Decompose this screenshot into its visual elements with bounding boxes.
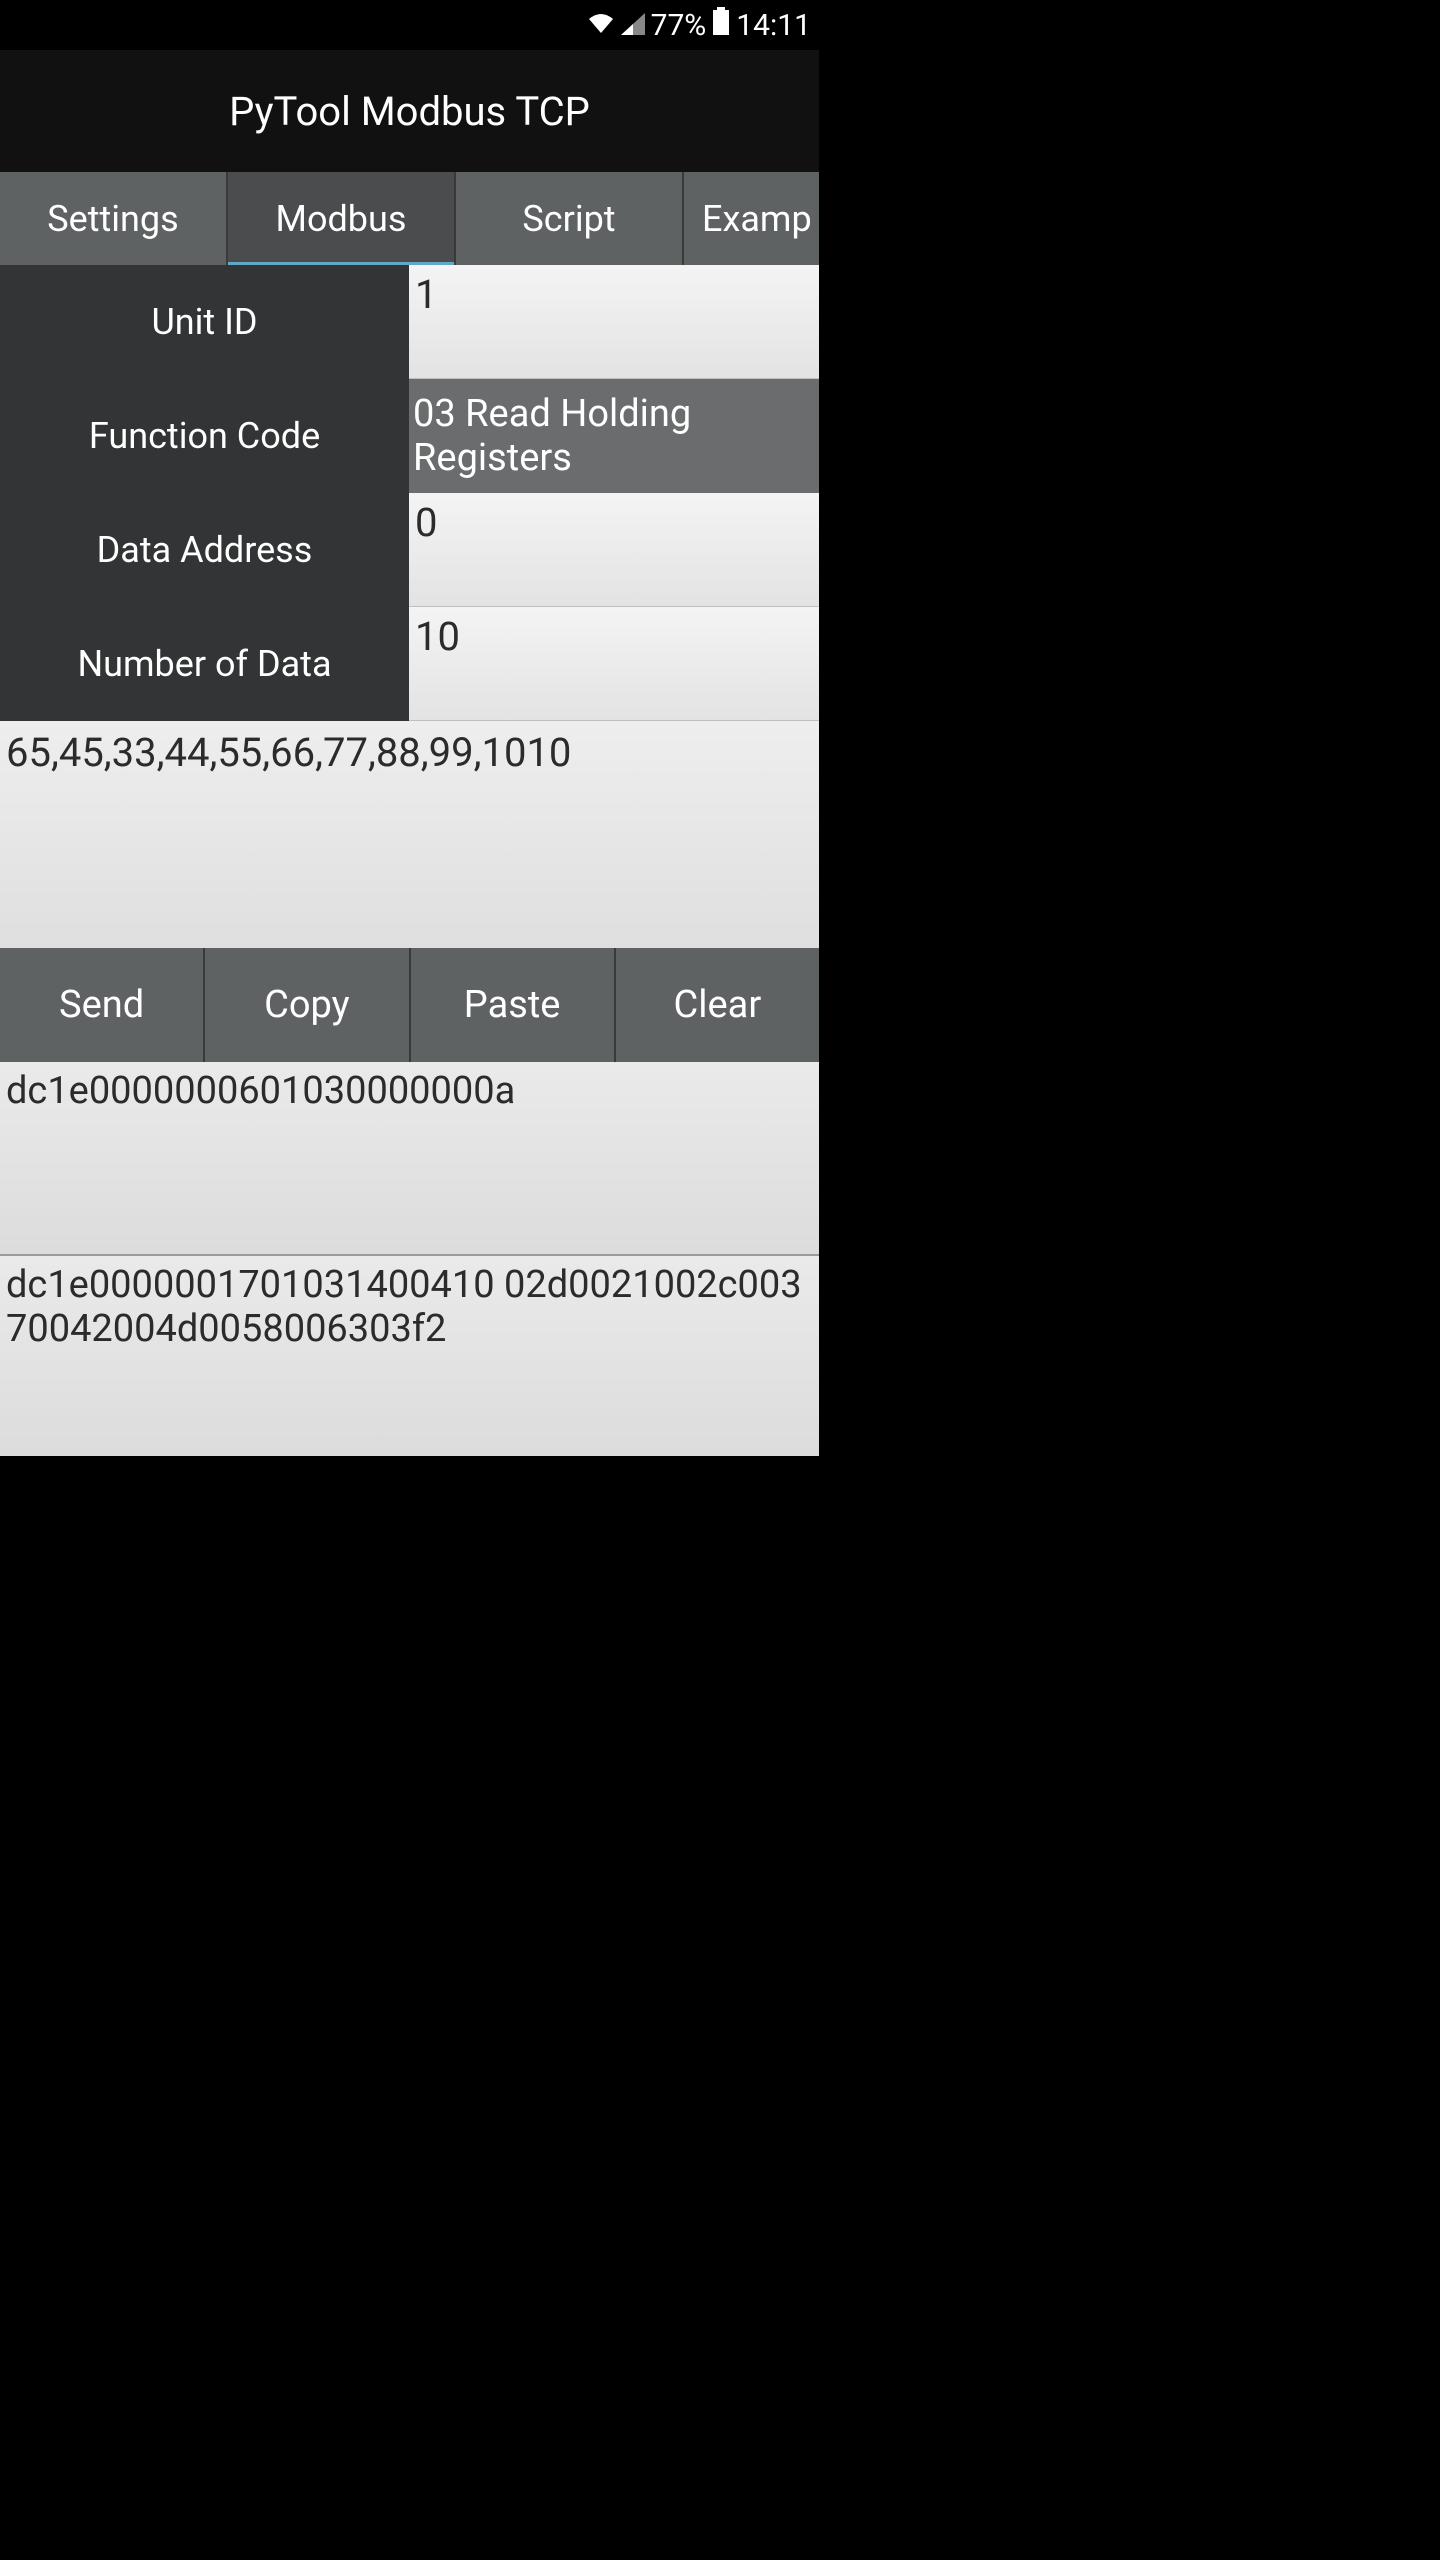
paste-button[interactable]: Paste	[411, 948, 616, 1062]
tab-label: Settings	[47, 198, 178, 240]
label-unit-id: Unit ID	[0, 265, 409, 379]
clear-button[interactable]: Clear	[616, 948, 819, 1062]
send-label: Send	[59, 983, 144, 1027]
battery-icon	[712, 7, 730, 43]
tab-modbus[interactable]: Modbus	[228, 172, 456, 265]
function-code-select[interactable]: 03 Read Holding Registers	[409, 379, 819, 493]
input-cell-number-of-data[interactable]	[409, 607, 819, 721]
label-data-address: Data Address	[0, 493, 409, 607]
send-button[interactable]: Send	[0, 948, 205, 1062]
row-function-code: Function Code 03 Read Holding Registers	[0, 379, 819, 493]
tab-bar: Settings Modbus Script Examp	[0, 172, 819, 265]
data-values-area[interactable]: 65,45,33,44,55,66,77,88,99,1010	[0, 721, 819, 948]
clock-time: 14:11	[736, 8, 811, 43]
data-address-input[interactable]	[415, 499, 813, 546]
battery-percent: 77%	[651, 8, 707, 43]
input-cell-data-address[interactable]	[409, 493, 819, 607]
request-hex-text: dc1e0000000601030000000a	[6, 1069, 515, 1113]
row-data-address: Data Address	[0, 493, 819, 607]
action-row: Send Copy Paste Clear	[0, 948, 819, 1062]
status-icons: 77% 14:11	[587, 7, 811, 43]
tab-label: Script	[522, 198, 615, 240]
row-unit-id: Unit ID	[0, 265, 819, 379]
copy-label: Copy	[264, 983, 350, 1027]
paste-label: Paste	[464, 983, 561, 1027]
label-function-code: Function Code	[0, 379, 409, 493]
status-bar: 77% 14:11	[0, 0, 819, 50]
number-of-data-input[interactable]	[415, 613, 813, 660]
row-number-of-data: Number of Data	[0, 607, 819, 721]
tab-script[interactable]: Script	[456, 172, 684, 265]
response-hex-area[interactable]: dc1e0000001701031400410 02d0021002c00370…	[0, 1256, 819, 1456]
tab-label: Modbus	[276, 198, 407, 240]
request-hex-area[interactable]: dc1e0000000601030000000a	[0, 1062, 819, 1256]
copy-button[interactable]: Copy	[205, 948, 410, 1062]
modbus-form: Unit ID Function Code 03 Read Holding Re…	[0, 265, 819, 721]
data-values-text: 65,45,33,44,55,66,77,88,99,1010	[6, 729, 571, 776]
response-hex-text: dc1e0000001701031400410 02d0021002c00370…	[6, 1263, 802, 1351]
screen-root: 77% 14:11 PyTool Modbus TCP Settings Mod…	[0, 0, 819, 1456]
label-number-of-data: Number of Data	[0, 607, 409, 721]
input-cell-unit-id[interactable]	[409, 265, 819, 379]
wifi-icon	[587, 8, 615, 43]
app-title: PyTool Modbus TCP	[229, 88, 590, 135]
clear-label: Clear	[674, 983, 762, 1027]
function-code-value: 03 Read Holding Registers	[413, 392, 819, 480]
cell-signal-icon	[621, 8, 645, 43]
tab-settings[interactable]: Settings	[0, 172, 228, 265]
unit-id-input[interactable]	[415, 271, 813, 318]
tab-example[interactable]: Examp	[684, 172, 819, 265]
app-title-bar: PyTool Modbus TCP	[0, 50, 819, 172]
tab-label: Examp	[702, 198, 812, 240]
